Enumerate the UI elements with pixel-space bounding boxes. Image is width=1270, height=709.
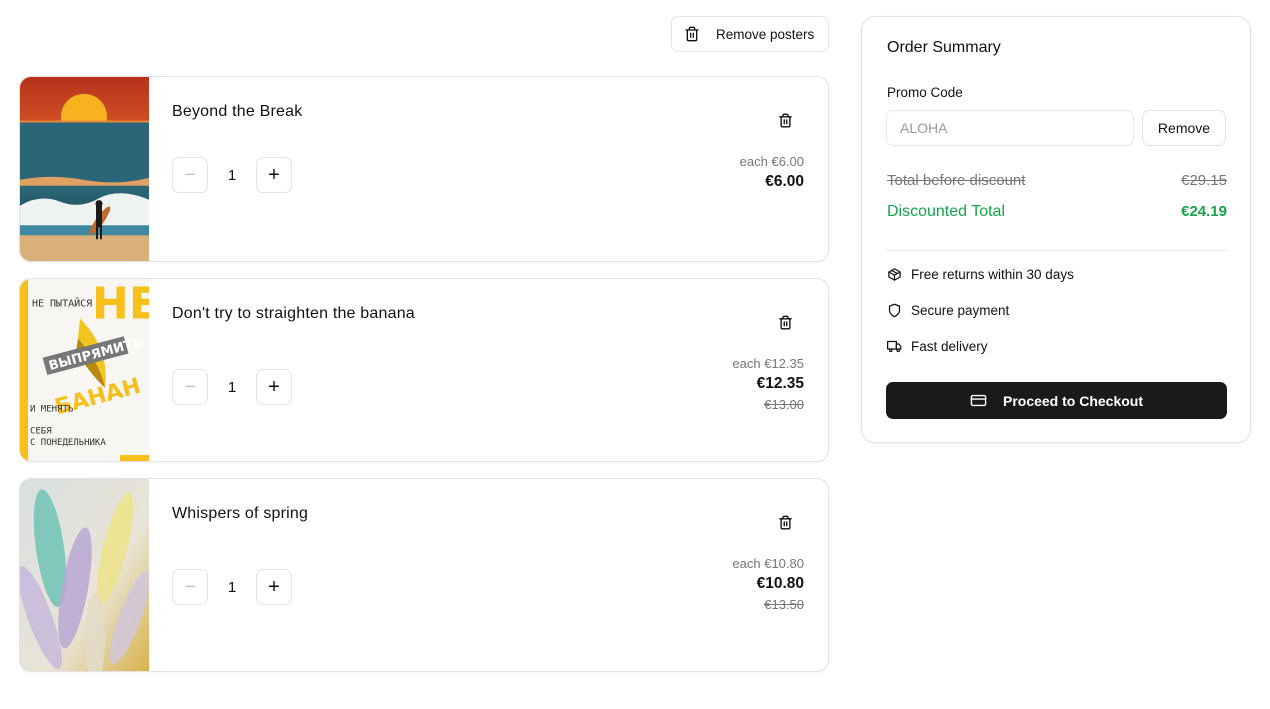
poster-text: И МЕНЯТЬ — [30, 405, 73, 415]
quantity-value: 1 — [227, 166, 237, 184]
total-before-value: €29.15 — [1181, 172, 1227, 189]
trash-icon — [778, 315, 792, 329]
item-price: €6.00 — [765, 173, 804, 190]
shield-icon — [888, 303, 901, 318]
price-block: each €10.80 €10.80 €13.50 — [732, 556, 804, 612]
minus-icon: − — [184, 575, 196, 598]
poster-thumbnail: НЕ НЕ ПЫТАЙСЯ ВЫПРЯМИТЬ БАНАН И МЕНЯТЬ С… — [20, 279, 149, 461]
poster-text: НЕ — [92, 279, 149, 330]
remove-promo-button[interactable]: Remove — [1142, 110, 1226, 146]
feature-free-returns: Free returns within 30 days — [887, 267, 1074, 282]
item-title: Whispers of spring — [172, 505, 309, 522]
feature-fast-delivery: Fast delivery — [887, 339, 988, 354]
price-block: each €12.35 €12.35 €13.00 — [732, 356, 804, 412]
minus-icon: − — [184, 375, 196, 398]
credit-card-icon — [970, 394, 987, 407]
increase-quantity-button[interactable]: + — [256, 369, 292, 405]
feature-secure-payment: Secure payment — [887, 303, 1009, 318]
package-icon — [888, 268, 901, 281]
item-old-price: €13.00 — [764, 397, 804, 412]
quantity-value: 1 — [227, 578, 237, 596]
cart-item: НЕ НЕ ПЫТАЙСЯ ВЫПРЯМИТЬ БАНАН И МЕНЯТЬ С… — [19, 278, 829, 462]
item-price: €10.80 — [756, 575, 804, 592]
proceed-to-checkout-button[interactable]: Proceed to Checkout — [886, 382, 1227, 419]
checkout-label: Proceed to Checkout — [1002, 392, 1144, 409]
item-old-price: €13.50 — [764, 597, 804, 612]
total-before-discount-row: Total before discount €29.15 — [887, 172, 1227, 189]
remove-item-button[interactable] — [775, 110, 795, 130]
each-price: each €6.00 — [739, 154, 804, 169]
decrease-quantity-button[interactable]: − — [172, 157, 208, 193]
poster-text: С ПОНЕДЕЛЬНИКА — [30, 438, 106, 448]
truck-icon — [887, 340, 902, 353]
increase-quantity-button[interactable]: + — [256, 157, 292, 193]
price-block: each €6.00 €6.00 — [740, 154, 804, 191]
feature-label: Free returns within 30 days — [911, 267, 1074, 282]
quantity-value: 1 — [227, 378, 237, 396]
remove-posters-button[interactable]: Remove posters — [671, 16, 829, 52]
cart-item: Whispers of spring − 1 + each €10.80 €10… — [19, 478, 829, 672]
remove-item-button[interactable] — [775, 512, 795, 532]
cart-item: Beyond the Break − 1 + each €6.00 €6.00 — [19, 76, 829, 262]
plus-icon: + — [268, 375, 280, 398]
item-title: Beyond the Break — [172, 103, 303, 120]
each-price: each €10.80 — [732, 556, 804, 571]
discounted-total-label: Discounted Total — [887, 203, 1005, 220]
feature-label: Secure payment — [911, 303, 1010, 318]
order-summary-panel: Order Summary Promo Code Remove Total be… — [861, 16, 1251, 443]
item-title: Don't try to straighten the banana — [172, 305, 415, 322]
quantity-stepper: − 1 + — [172, 157, 292, 193]
decrease-quantity-button[interactable]: − — [172, 569, 208, 605]
trash-icon — [778, 113, 792, 127]
minus-icon: − — [184, 163, 196, 186]
order-summary-title: Order Summary — [887, 39, 1001, 56]
quantity-stepper: − 1 + — [172, 569, 292, 605]
quantity-stepper: − 1 + — [172, 369, 292, 405]
item-price: €12.35 — [756, 375, 804, 392]
poster-thumbnail — [20, 479, 149, 671]
feature-label: Fast delivery — [911, 339, 988, 354]
discounted-total-row: Discounted Total €24.19 — [887, 203, 1227, 221]
promo-code-input[interactable] — [886, 110, 1134, 146]
remove-item-button[interactable] — [775, 312, 795, 332]
discounted-total-value: €24.19 — [1181, 203, 1227, 220]
divider — [886, 250, 1227, 251]
poster-text: НЕ ПЫТАЙСЯ — [32, 297, 92, 310]
decrease-quantity-button[interactable]: − — [172, 369, 208, 405]
increase-quantity-button[interactable]: + — [256, 569, 292, 605]
plus-icon: + — [268, 575, 280, 598]
each-price: each €12.35 — [732, 356, 804, 371]
poster-text: СЕБЯ — [30, 426, 52, 436]
plus-icon: + — [268, 163, 280, 186]
trash-icon — [778, 515, 792, 529]
total-before-label: Total before discount — [887, 172, 1026, 189]
remove-posters-label: Remove posters — [716, 26, 815, 42]
poster-thumbnail — [20, 77, 149, 261]
trash-icon — [685, 26, 699, 42]
promo-code-label: Promo Code — [887, 85, 963, 100]
